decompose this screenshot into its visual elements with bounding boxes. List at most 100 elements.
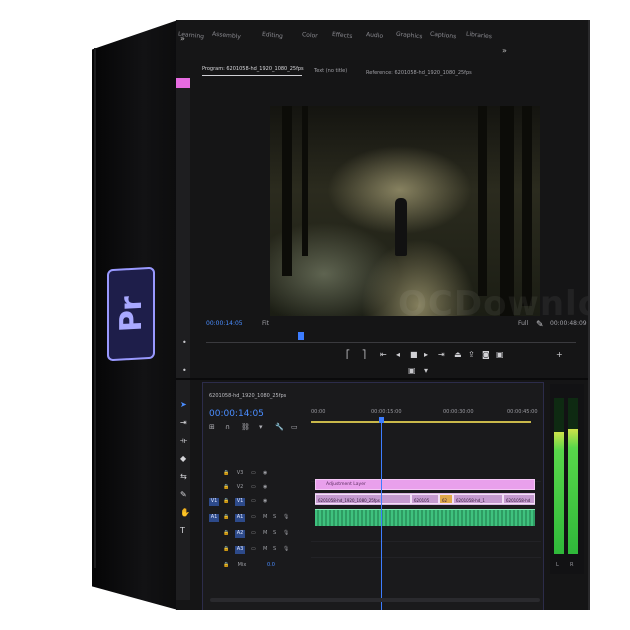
linked-selection-icon[interactable]: ⛓ <box>241 423 250 431</box>
slip-icon[interactable]: ⇆ <box>180 472 187 481</box>
lock-icon[interactable]: 🔒 <box>223 514 229 520</box>
solo-icon[interactable]: S <box>273 530 276 536</box>
track-lane-a3[interactable] <box>311 543 541 558</box>
lock-icon[interactable]: 🔒 <box>223 498 229 504</box>
program-timecode[interactable]: 00:00:14:05 <box>206 320 243 327</box>
safe-margins-icon[interactable]: ▣ <box>408 366 416 375</box>
workspace-tab[interactable]: Graphics <box>396 31 423 41</box>
add-marker-icon[interactable]: ▾ <box>259 423 263 431</box>
mix-volume-value[interactable]: 0.0 <box>267 562 275 568</box>
ruler-label: 00:00 <box>311 409 326 415</box>
video-clip[interactable]: 6201058-hd <box>503 494 535 504</box>
ripple-edit-icon[interactable]: ⟛ <box>180 436 187 446</box>
play-icon[interactable]: ▸ <box>424 350 428 359</box>
lock-icon[interactable]: 🔒 <box>223 562 229 568</box>
tab-text[interactable]: Text (no title) <box>314 68 347 74</box>
wrench-icon[interactable]: ✎ <box>536 320 544 330</box>
tab-program[interactable]: Program: 6201058-hd_1920_1080_25fps <box>202 66 304 72</box>
track-label[interactable]: V3 <box>235 470 245 478</box>
go-to-in-icon[interactable]: ⇤ <box>380 350 387 359</box>
lock-icon[interactable]: 🔒 <box>223 484 229 490</box>
workspace-tab[interactable]: Assembly <box>212 31 241 41</box>
time-ruler[interactable]: 00:00 00:00:15:00 00:00:30:00 00:00:45:0… <box>311 407 541 429</box>
lift-icon[interactable]: ⏏ <box>454 350 462 359</box>
eye-icon[interactable]: ◉ <box>263 484 267 490</box>
eye-icon[interactable]: ◉ <box>263 470 267 476</box>
eye-icon[interactable]: ◉ <box>263 498 267 504</box>
sync-lock-icon[interactable]: ▭ <box>251 546 256 552</box>
extract-icon[interactable]: ⇪ <box>468 350 475 359</box>
hand-icon[interactable]: ✋ <box>180 508 190 517</box>
track-label[interactable]: V2 <box>235 484 245 492</box>
sync-lock-icon[interactable]: ▭ <box>251 470 256 476</box>
workspace-tab[interactable]: Color <box>302 31 318 40</box>
captions-icon[interactable]: ▭ <box>291 423 298 431</box>
selection-tool-icon[interactable]: ➤ <box>180 400 187 409</box>
track-label[interactable]: A1 <box>235 514 245 522</box>
export-frame-icon[interactable]: ◙ <box>482 350 490 359</box>
video-clip[interactable]: 6201058-hd_1920_1080_25fps <box>315 494 411 504</box>
pen-icon[interactable]: ✎ <box>180 490 187 499</box>
video-clip[interactable]: 62 <box>439 494 453 504</box>
tab-reference[interactable]: Reference: 6201058-hd_1920_1080_25fps <box>366 70 472 76</box>
track-label[interactable]: A2 <box>235 530 245 538</box>
video-clip[interactable]: 620105 <box>411 494 439 504</box>
sync-lock-icon[interactable]: ▭ <box>251 530 256 536</box>
source-patch-v1[interactable]: V1 <box>209 498 219 506</box>
type-icon[interactable]: T <box>180 526 185 535</box>
mute-icon[interactable]: M <box>263 514 267 520</box>
sync-lock-icon[interactable]: ▭ <box>251 484 256 490</box>
workspace-tab[interactable]: Audio <box>366 31 384 40</box>
snap-icon[interactable]: ∩ <box>225 423 230 431</box>
lock-icon[interactable]: 🔒 <box>223 470 229 476</box>
mute-icon[interactable]: M <box>263 530 267 536</box>
source-patch-a1[interactable]: A1 <box>209 514 219 522</box>
razor-icon[interactable]: ◆ <box>180 454 186 463</box>
lock-icon[interactable]: 🔒 <box>223 546 229 552</box>
workspace-tab[interactable]: Libraries <box>466 31 493 41</box>
mic-icon[interactable]: 🎙 <box>283 546 289 552</box>
solo-icon[interactable]: S <box>273 546 276 552</box>
double-chevron-right-icon[interactable]: » <box>502 46 507 55</box>
go-to-out-icon[interactable]: ⇥ <box>438 350 445 359</box>
meter-left <box>554 432 564 554</box>
timeline-scrollbar[interactable] <box>210 598 540 602</box>
timeline-settings-icon[interactable]: 🔧 <box>275 423 284 431</box>
sync-lock-icon[interactable]: ▭ <box>251 498 256 504</box>
tree-trunk <box>522 106 532 306</box>
resolution-select[interactable]: Full <box>518 320 528 327</box>
adjustment-layer-clip[interactable]: Adjustment Layer <box>315 479 535 490</box>
mute-icon[interactable]: M <box>263 546 267 552</box>
add-button-icon[interactable]: + <box>556 350 563 359</box>
track-label[interactable]: A3 <box>235 546 245 554</box>
settings-chevron-icon[interactable]: ▾ <box>424 366 428 375</box>
nest-icon[interactable]: ⊞ <box>209 423 215 431</box>
mic-icon[interactable]: 🎙 <box>283 530 289 536</box>
monitor-scrubber[interactable] <box>206 336 576 343</box>
solo-icon[interactable]: S <box>273 514 276 520</box>
mark-out-icon[interactable]: ⎤ <box>362 350 366 359</box>
comparison-view-icon[interactable]: ▣ <box>496 350 504 359</box>
zoom-select[interactable]: Fit <box>262 320 269 327</box>
step-back-icon[interactable]: ◂ <box>396 350 400 359</box>
sync-lock-icon[interactable]: ▭ <box>251 514 256 520</box>
workspace-tab[interactable]: Editing <box>262 31 284 40</box>
work-area-bar[interactable] <box>311 421 531 423</box>
video-clip-track[interactable]: 6201058-hd_1920_1080_25fps 620105 62 620… <box>315 493 535 505</box>
timeline-sequence-tab[interactable]: 6201058-hd_1920_1080_25fps <box>209 393 286 399</box>
workspace-tab[interactable]: Captions <box>430 31 457 41</box>
mic-icon[interactable]: 🎙 <box>283 514 289 520</box>
track-label[interactable]: V1 <box>235 498 245 506</box>
mark-in-icon[interactable]: ⎡ <box>346 350 350 359</box>
video-clip[interactable]: 6201058-hd_1 <box>453 494 503 504</box>
lock-icon[interactable]: 🔒 <box>223 530 229 536</box>
audio-clip-a1[interactable] <box>315 509 535 526</box>
monitor-playhead[interactable] <box>298 332 304 340</box>
track-label[interactable]: Mix <box>235 562 249 570</box>
timeline-timecode[interactable]: 00:00:14:05 <box>209 409 264 419</box>
track-lane-a2[interactable] <box>311 527 541 542</box>
timeline-playhead[interactable] <box>381 423 382 610</box>
workspace-tab[interactable]: Effects <box>332 31 353 40</box>
stop-icon[interactable]: ■ <box>410 350 418 359</box>
track-select-icon[interactable]: ⇥ <box>180 418 187 427</box>
